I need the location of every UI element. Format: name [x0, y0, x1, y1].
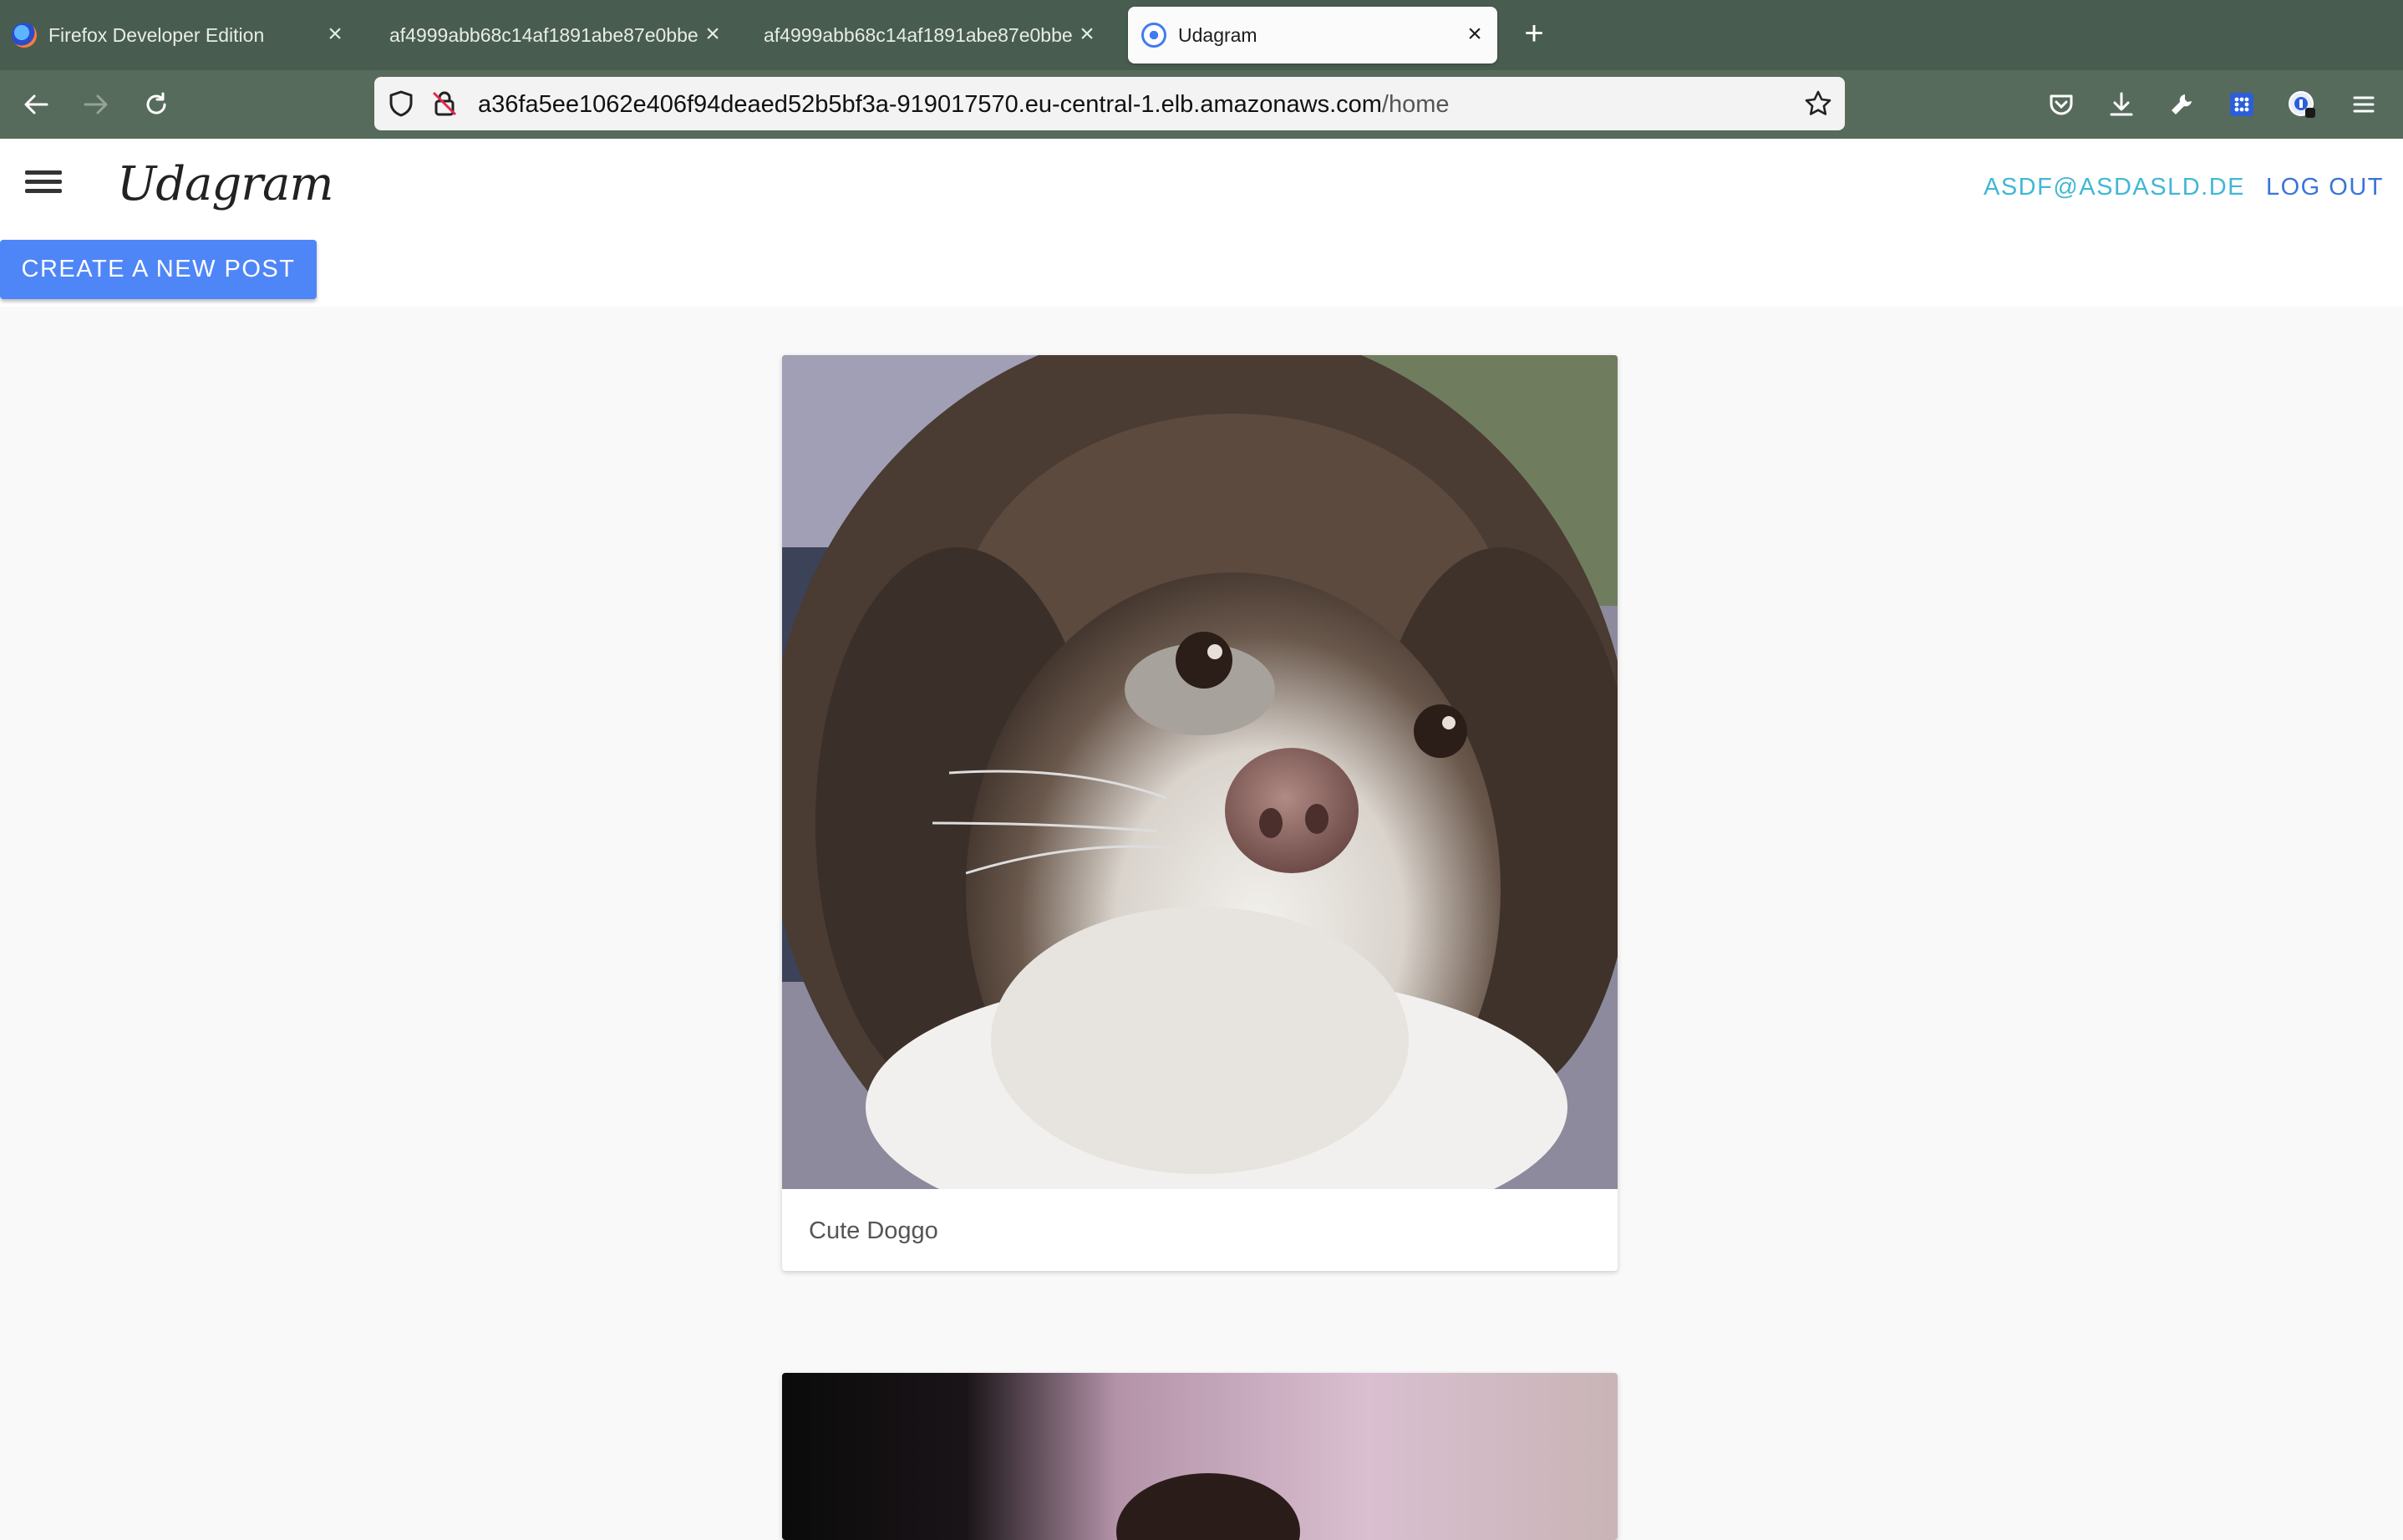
- back-arrow-icon: [24, 94, 48, 114]
- tab-title: af4999abb68c14af1891abe87e0bbe: [764, 23, 1073, 46]
- insecure-lock-icon[interactable]: [429, 89, 460, 119]
- password-manager-icon: [2289, 91, 2315, 118]
- post-card: Cute Doggo: [782, 355, 1618, 1271]
- side-menu-button[interactable]: [18, 165, 69, 207]
- url-text: a36fa5ee1062e406f94deaed52b5bf3a-9190175…: [478, 91, 1450, 119]
- tab-af4999-1[interactable]: af4999abb68c14af1891abe87e0bbe ×: [389, 7, 735, 64]
- pocket-button[interactable]: [2042, 85, 2080, 124]
- tab-title: af4999abb68c14af1891abe87e0bbe: [389, 23, 699, 46]
- brand-logo[interactable]: Udagram: [117, 157, 334, 211]
- tab-strip: Firefox Developer Edition × af4999abb68c…: [0, 0, 2403, 70]
- forward-arrow-icon: [84, 94, 108, 114]
- account-extension-button[interactable]: [2283, 85, 2321, 124]
- close-tab-icon[interactable]: ×: [1462, 22, 1487, 47]
- menu-line: [25, 180, 62, 184]
- action-bar: CREATE A NEW POST: [0, 233, 2403, 307]
- reload-button[interactable]: [134, 82, 179, 127]
- navigation-toolbar: a36fa5ee1062e406f94deaed52b5bf3a-9190175…: [0, 70, 2403, 139]
- new-tab-button[interactable]: +: [1514, 15, 1554, 55]
- tracking-protection-shield-icon[interactable]: [386, 89, 416, 119]
- developer-tools-button[interactable]: [2162, 85, 2201, 124]
- second-post-photo: [782, 1373, 1618, 1540]
- url-host: a36fa5ee1062e406f94deaed52b5bf3a-9190175…: [478, 91, 1382, 118]
- tab-af4999-2[interactable]: af4999abb68c14af1891abe87e0bbe ×: [764, 7, 1110, 64]
- bookmark-star-icon[interactable]: [1803, 89, 1833, 119]
- menu-line: [25, 170, 62, 175]
- user-email-link[interactable]: ASDF@ASDASLD.DE: [1984, 174, 2245, 201]
- create-new-post-button[interactable]: CREATE A NEW POST: [0, 240, 317, 299]
- back-button[interactable]: [13, 82, 58, 127]
- wrench-icon: [2172, 94, 2192, 114]
- menu-line: [25, 189, 62, 193]
- forward-button[interactable]: [74, 82, 119, 127]
- close-tab-icon[interactable]: ×: [700, 22, 725, 47]
- logout-button[interactable]: LOG OUT: [2266, 174, 2384, 201]
- address-bar[interactable]: a36fa5ee1062e406f94deaed52b5bf3a-9190175…: [374, 77, 1845, 130]
- url-path: /home: [1381, 91, 1450, 118]
- download-icon: [2110, 92, 2133, 116]
- extension-grid-icon: [2230, 93, 2253, 116]
- post-card: [782, 1373, 1618, 1540]
- tab-udagram[interactable]: Udagram ×: [1128, 7, 1497, 64]
- dog-photo: [782, 355, 1618, 1189]
- post-caption: Cute Doggo: [809, 1217, 938, 1244]
- reload-icon: [146, 92, 166, 114]
- udagram-favicon-icon: [1141, 23, 1166, 48]
- close-tab-icon[interactable]: ×: [323, 22, 348, 47]
- post-image: [782, 355, 1618, 1189]
- downloads-button[interactable]: [2102, 85, 2141, 124]
- app-header: Udagram ASDF@ASDASLD.DE LOG OUT: [0, 139, 2403, 233]
- app-menu-button[interactable]: [2345, 85, 2383, 124]
- tab-title: Firefox Developer Edition: [48, 23, 265, 46]
- close-tab-icon[interactable]: ×: [1074, 22, 1100, 47]
- post-image: [782, 1373, 1618, 1540]
- tab-title: Udagram: [1178, 23, 1257, 46]
- pocket-icon: [2050, 94, 2073, 115]
- hamburger-menu-icon: [2353, 96, 2375, 113]
- extension-button[interactable]: [2223, 85, 2261, 124]
- firefox-icon: [12, 23, 37, 48]
- tab-firefox-developer-edition[interactable]: Firefox Developer Edition ×: [12, 7, 358, 64]
